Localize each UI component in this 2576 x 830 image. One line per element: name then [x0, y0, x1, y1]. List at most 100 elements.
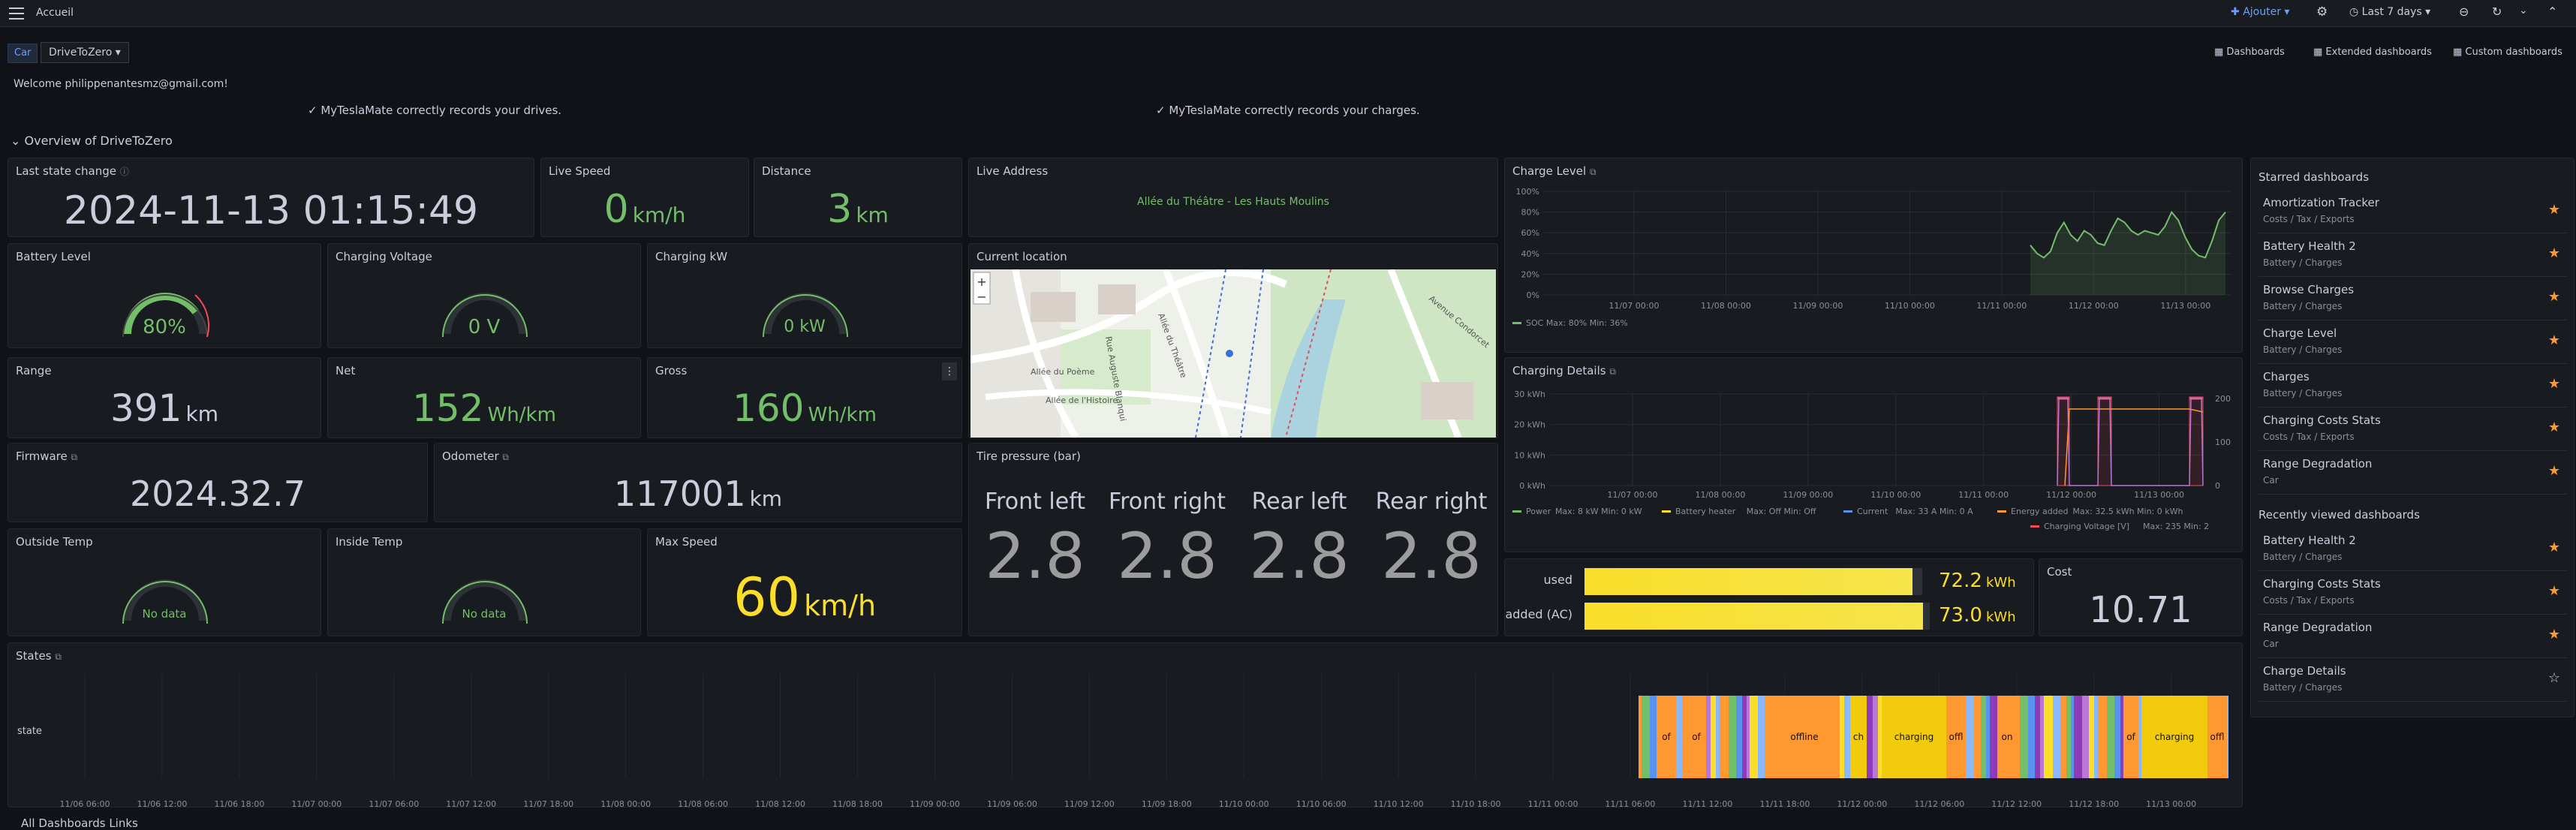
state-segment	[2028, 696, 2035, 778]
x-tick-label: 11/08 00:00	[600, 799, 651, 808]
live-address-value[interactable]: Allée du Théâtre - Les Hauts Moulins	[969, 196, 1497, 208]
x-tick-label: 11/11 18:00	[1759, 799, 1810, 808]
clock-icon: ◷	[2349, 6, 2362, 18]
star-icon[interactable]: ★	[2548, 332, 2560, 348]
recent-dashboard-item[interactable]: Charge Details Battery / Charges ☆	[2259, 660, 2568, 702]
star-icon[interactable]: ★	[2548, 420, 2560, 435]
dashboard-folder: Car	[2263, 475, 2279, 486]
gross-value: 160	[733, 386, 805, 430]
used-value: 72.2	[1939, 570, 1982, 592]
dashboard-folder: Battery / Charges	[2263, 344, 2343, 355]
starred-dashboard-item[interactable]: Range Degradation Car ★	[2259, 453, 2568, 495]
battery-level-panel: Battery Level 80%	[8, 243, 321, 348]
starred-dashboard-item[interactable]: Amortization Tracker Costs / Tax / Export…	[2259, 191, 2568, 233]
max-speed-panel: Max Speed 60 km/h	[647, 528, 962, 636]
starred-dashboard-item[interactable]: Charge Level Battery / Charges ★	[2259, 322, 2568, 364]
x-tick-label: 11/08 00:00	[1701, 301, 1751, 311]
outside-temp-value: No data	[142, 607, 187, 621]
external-link-icon[interactable]: ⧉	[502, 452, 509, 462]
external-link-icon[interactable]: ⧉	[1609, 366, 1616, 377]
row-title[interactable]: ⌄ Overview of DriveToZero	[11, 134, 173, 148]
dashboards-link[interactable]: ▦ Dashboards	[2214, 47, 2285, 58]
star-icon[interactable]: ☆	[2548, 670, 2560, 686]
zoom-out-icon[interactable]: ⊖	[2459, 5, 2469, 19]
starred-dashboard-item[interactable]: Charges Battery / Charges ★	[2259, 365, 2568, 407]
distance-panel: Distance 3 km	[754, 158, 962, 237]
menu-icon[interactable]	[9, 8, 24, 20]
location-map[interactable]: + − Allée de l'Histoire Allée du Poème A…	[971, 269, 1496, 438]
state-segment	[1844, 696, 1850, 778]
y2-tick-label: 200	[2215, 394, 2231, 404]
custom-dashboards-link[interactable]: ▦ Custom dashboards	[2453, 47, 2562, 58]
current-line	[2057, 398, 2204, 486]
added-bar-fill	[1584, 603, 1923, 630]
starred-dashboard-item[interactable]: Battery Health 2 Battery / Charges ★	[2259, 235, 2568, 277]
state-segment-label: of	[1692, 732, 1701, 742]
collapse-icon[interactable]: ⌃	[2547, 5, 2557, 19]
external-link-icon[interactable]: ⧉	[55, 651, 62, 662]
charging-details-panel: Charging Details ⧉ 30 kWh 20 kWh 10 kWh 0 k…	[1504, 357, 2243, 552]
dashboard-name: Browse Charges	[2263, 283, 2355, 296]
x-tick-label: 11/12 00:00	[2046, 490, 2096, 500]
time-picker[interactable]: ◷ Last 7 days ▾	[2349, 6, 2430, 18]
star-icon[interactable]: ★	[2548, 245, 2560, 261]
distance-value: 3	[827, 187, 853, 232]
y-tick-label: 30 kWh	[1514, 389, 1545, 399]
external-link-icon[interactable]: ⧉	[1590, 167, 1596, 177]
states-panel: States ⧉ state 11/06 06:00 11/06 12:00 11/…	[8, 642, 2243, 808]
charge-level-chart: 100% 80% 60% 40% 20% 0% 11/07 00:00 11/08 00:00…	[1512, 187, 2231, 328]
dashboard-folder: Battery / Charges	[2263, 388, 2343, 398]
state-segment-label: on	[2002, 732, 2013, 742]
star-icon[interactable]: ★	[2548, 463, 2560, 479]
tire-2-column: Rear left 2.8	[1233, 489, 1365, 631]
legend-swatch	[1997, 510, 2006, 513]
star-icon[interactable]: ★	[2548, 583, 2560, 599]
tire-value: 2.8	[1117, 519, 1217, 593]
dashboard-name: Charges	[2263, 370, 2310, 383]
state-segment	[2066, 696, 2071, 778]
last-state-value: 2024-11-13 01:15:49	[63, 188, 479, 233]
state-segment	[2053, 696, 2060, 778]
star-icon[interactable]: ★	[2548, 202, 2560, 218]
breadcrumb[interactable]: Accueil	[36, 7, 74, 19]
chevron-down-icon[interactable]: ⌄	[2519, 5, 2528, 17]
state-segment	[2089, 696, 2094, 778]
y2-tick-label: 100	[2215, 438, 2231, 447]
charging-details-chart: 30 kWh 20 kWh 10 kWh 0 kWh 200 100 0 11/07 00:0…	[1512, 389, 2231, 531]
legend-series-stats: Max: 33 A Min: 0 A	[1895, 507, 1973, 516]
state-segment	[1873, 696, 1878, 778]
svg-text:−: −	[977, 290, 986, 304]
x-tick-label: 11/12 06:00	[1914, 799, 1964, 808]
recent-dashboard-item[interactable]: Range Degradation Car ★	[2259, 616, 2568, 658]
star-icon[interactable]: ★	[2548, 627, 2560, 642]
used-bar-fill	[1584, 568, 1912, 595]
charges-status: ✓ MyTeslaMate correctly records your cha…	[1156, 104, 1420, 117]
recent-dashboard-item[interactable]: Battery Health 2 Battery / Charges ★	[2259, 529, 2568, 571]
x-tick-label: 11/11 00:00	[1528, 799, 1578, 808]
charging-kw-value: 0 kW	[784, 317, 826, 336]
x-tick-label: 11/13 00:00	[2160, 301, 2210, 311]
star-icon[interactable]: ★	[2548, 289, 2560, 305]
settings-icon[interactable]: ⚙	[2316, 5, 2328, 20]
states-chart: 11/06 06:00 11/06 12:00 11/06 18:00 11/07 0…	[60, 673, 2228, 808]
footer-row-title[interactable]: All Dashboards Links	[21, 816, 138, 830]
x-tick-label: 11/07 00:00	[291, 799, 342, 808]
net-value: 152	[412, 386, 484, 430]
starred-dashboard-item[interactable]: Browse Charges Battery / Charges ★	[2259, 278, 2568, 320]
refresh-icon[interactable]: ↻	[2492, 5, 2502, 19]
battery-level-value: 80%	[143, 316, 186, 338]
state-segment	[1765, 696, 1770, 778]
tire-label: Rear right	[1375, 489, 1488, 515]
car-variable-select[interactable]: DriveToZero ▾	[41, 42, 129, 63]
starred-dashboard-item[interactable]: Charging Costs Stats Costs / Tax / Export…	[2259, 409, 2568, 451]
extended-dashboards-link[interactable]: ▦ Extended dashboards	[2313, 47, 2432, 58]
star-icon[interactable]: ★	[2548, 376, 2560, 392]
recent-dashboard-item[interactable]: Charging Costs Stats Costs / Tax / Export…	[2259, 573, 2568, 615]
legend-series-stats: Max: 235 Min: 2	[2143, 522, 2209, 531]
external-link-icon[interactable]: ⧉	[71, 452, 78, 462]
panel-menu-icon[interactable]: ⋮	[942, 362, 957, 380]
state-segment	[2017, 696, 2020, 778]
star-icon[interactable]: ★	[2548, 540, 2560, 555]
state-segment	[1639, 696, 1642, 778]
add-button[interactable]: ✚ Ajouter ▾	[2231, 6, 2289, 18]
